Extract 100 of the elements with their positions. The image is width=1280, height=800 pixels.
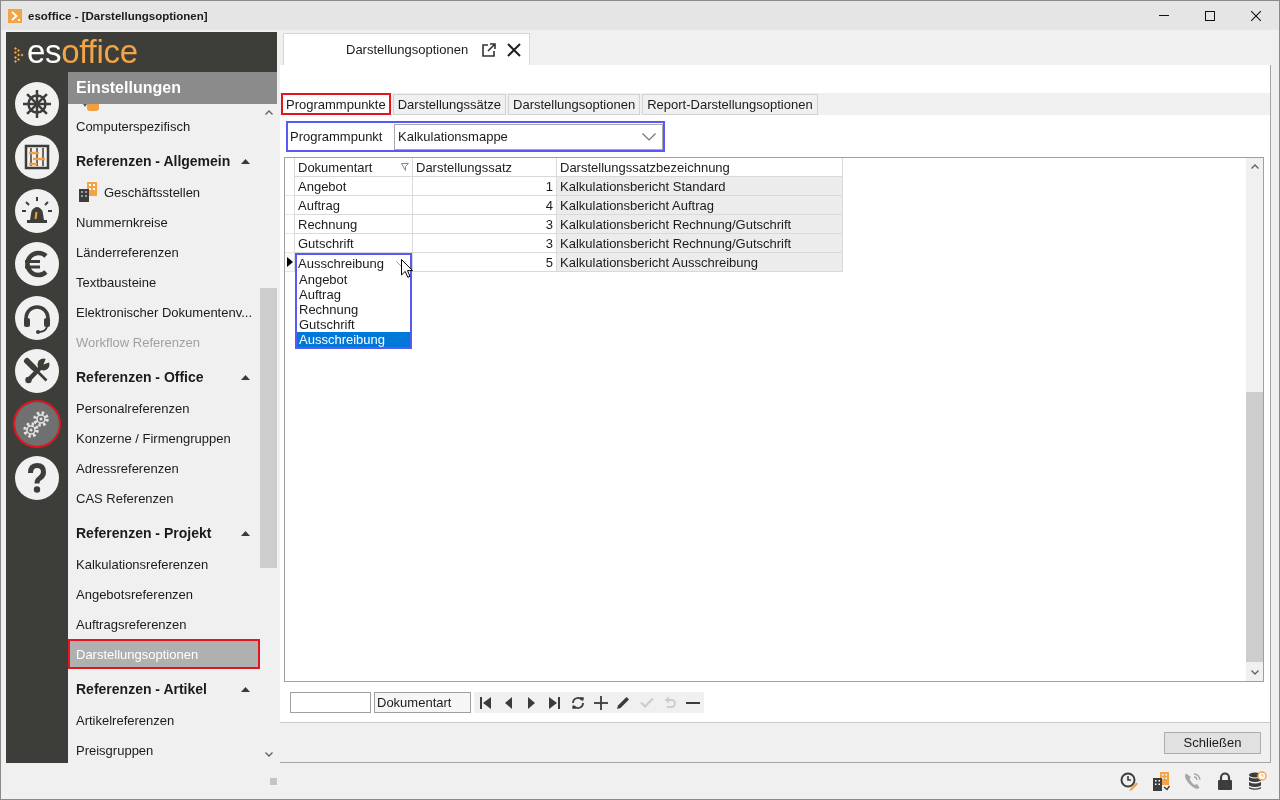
search-column-field[interactable]: Dokumentart [374,692,471,713]
tab[interactable]: Report-Darstellungsoptionen [642,94,818,115]
sidebar-item[interactable]: Preisgruppen [68,735,260,763]
program-point-dropdown[interactable]: Kalkulationsmappe [394,123,663,150]
caret-up-icon [241,530,250,536]
close-icon[interactable] [507,42,522,57]
caret-up-icon [241,158,250,164]
cell-combobox[interactable]: Ausschreibung [295,253,412,272]
sidebar-item[interactable]: Textbausteine [68,267,260,297]
sidebar-item[interactable]: Personalreferenzen [68,393,260,423]
sidebar-item[interactable]: Angebotsreferenzen [68,579,260,609]
sidebar-item[interactable]: Elektronischer Dokumentenv... [68,297,260,327]
skip-to-last-icon [549,696,560,709]
table-cell: Kalkulationsbericht Rechnung/Gutschrift [557,234,843,253]
checkmark-icon [639,697,654,708]
sidebar-item[interactable]: Artikelreferenzen [68,705,260,735]
table-cell: Kalkulationsbericht Standard [557,177,843,196]
dropdown-option[interactable]: Rechnung [297,302,410,317]
caret-up-icon [241,374,250,380]
scrollbar[interactable] [1246,158,1263,681]
sidebar-item[interactable]: Nummernkreise [68,207,260,237]
ship-wheel-icon [15,82,59,126]
column-header[interactable]: Darstellungssatz [413,158,557,177]
tab[interactable]: Programmpunkte [281,93,391,115]
table-cell: Angebot [295,177,413,196]
settings-icon [15,402,59,447]
buildings-icon[interactable] [1151,771,1171,791]
table-cell: Kalkulationsbericht Auftrag [557,196,843,215]
module-button[interactable] [13,346,61,395]
buildings-icon [78,182,98,202]
sidebar-item[interactable]: Geschäftsstellen [68,177,260,207]
module-button[interactable] [13,240,61,289]
euro-icon [15,242,59,287]
dropdown-option[interactable]: Gutschrift [297,317,410,332]
clock-icon[interactable] [1119,771,1139,791]
headset-icon [15,295,59,340]
current-row-icon [286,257,293,267]
section-header[interactable]: Referenzen - Projekt [68,513,260,549]
app-logo: esoffice [27,33,138,71]
sidebar-item[interactable]: CAS Referenzen [68,483,260,513]
minus-icon [685,701,700,704]
scrollbar-thumb[interactable] [260,288,277,568]
table-cell: Rechnung [295,215,413,234]
logo-chevron-icon [14,46,24,63]
row-header-cell[interactable] [285,215,295,234]
close-icon [1251,10,1261,21]
search-field[interactable] [290,692,371,713]
planner-board-icon [15,135,59,180]
column-header[interactable]: Dokumentart [295,158,413,177]
pencil-icon [617,696,630,709]
module-button[interactable] [13,186,61,235]
table-cell: Kalkulationsbericht Rechnung/Gutschrift [557,215,843,234]
skip-to-first-icon [480,696,491,709]
square-icon [270,777,277,785]
siren-icon [15,188,59,233]
popout-icon[interactable] [482,42,497,57]
dropdown-option[interactable]: Ausschreibung [297,332,410,347]
row-header-cell[interactable] [285,253,295,272]
table-cell: Kalkulationsbericht Ausschreibung [557,253,843,272]
module-button[interactable] [13,293,61,342]
module-button[interactable] [13,133,61,182]
minimize-icon [1159,15,1169,16]
sidebar-item[interactable]: Kalkulationsreferenzen [68,549,260,579]
row-header-cell[interactable] [285,234,295,253]
section-header[interactable]: Referenzen - Office [68,357,260,393]
maximize-icon [1205,10,1215,21]
document-tab[interactable]: Darstellungsoptionen [283,33,530,65]
module-button[interactable] [13,80,61,128]
sidebar-title: Einstellungen [68,72,277,104]
sidebar-item[interactable]: Auftragsreferenzen [68,609,260,639]
filter-icon[interactable] [401,163,409,171]
module-button[interactable] [13,453,61,502]
sidebar-item[interactable]: Länderreferenzen [68,237,260,267]
triangle-left-icon [505,696,512,709]
scrollbar-thumb[interactable] [1246,392,1263,662]
tab[interactable]: Darstellungssätze [392,94,507,115]
section-header[interactable]: Referenzen - Allgemein [68,141,260,177]
dropdown-option[interactable]: Auftrag [297,287,410,302]
dropdown-option[interactable]: Angebot [297,272,410,287]
undo-arrow-icon [663,696,676,709]
module-button[interactable] [13,400,61,449]
section-header[interactable]: Referenzen - Artikel [68,669,260,705]
wrench-and-screwdriver-icon [15,348,59,393]
chevron-down-icon[interactable] [642,132,656,141]
close-button[interactable]: Schließen [1164,731,1261,754]
window-title: esoffice - [Darstellungsoptionen] [28,9,209,22]
sidebar-item[interactable]: Computerspezifisch [68,111,260,141]
plus-icon [593,695,608,710]
sidebar-item[interactable]: Adressreferenzen [68,453,260,483]
lock-icon[interactable] [1215,771,1235,791]
row-header-cell[interactable] [285,196,295,215]
sidebar-item[interactable]: Konzerne / Firmengruppen [68,423,260,453]
refresh-icon [570,695,585,710]
app-icon [8,8,22,23]
row-header-cell[interactable] [285,177,295,196]
tab[interactable]: Darstellungsoptionen [508,94,641,115]
caret-up-icon [241,686,250,692]
help-icon [15,455,59,500]
database-icon[interactable] [1247,771,1267,791]
triangle-right-icon [528,696,535,709]
